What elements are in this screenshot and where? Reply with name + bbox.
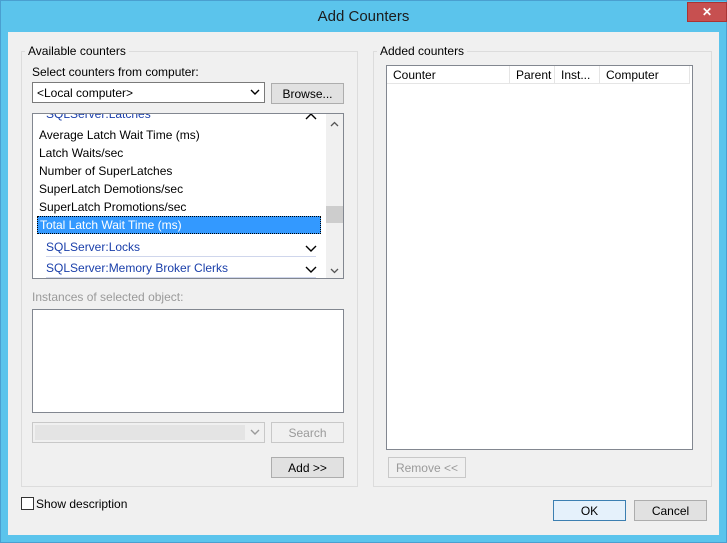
instances-label: Instances of selected object: (32, 290, 184, 304)
available-counters-label: Available counters (25, 44, 129, 58)
counter-label: Latch Waits/sec (39, 146, 124, 160)
show-description-checkbox[interactable] (21, 497, 34, 510)
counter-label: SuperLatch Promotions/sec (39, 200, 187, 214)
dialog-client-area: Available counters Select counters from … (8, 32, 719, 535)
scroll-up-button[interactable] (326, 114, 343, 131)
chevron-down-icon[interactable] (305, 242, 317, 254)
remove-button[interactable]: Remove << (388, 457, 466, 478)
counter-item[interactable]: SuperLatch Promotions/sec (39, 198, 323, 216)
close-button[interactable]: ✕ (687, 2, 727, 22)
column-header-parent[interactable]: Parent (510, 66, 555, 84)
chevron-up-icon[interactable] (305, 114, 317, 121)
remove-button-label: Remove << (395, 460, 459, 475)
counters-list[interactable]: SQLServer:Latches Average Latch Wait Tim… (32, 113, 344, 279)
object-label: SQLServer:Memory Broker Clerks (46, 261, 229, 275)
counter-item-selected[interactable]: Total Latch Wait Time (ms) (37, 216, 321, 234)
object-label: SQLServer:Locks (46, 240, 141, 254)
counter-label: Number of SuperLatches (39, 164, 173, 178)
computer-select-value: <Local computer> (37, 86, 134, 100)
scroll-thumb[interactable] (326, 206, 343, 223)
added-counters-label: Added counters (377, 44, 468, 58)
object-row-partial[interactable]: SQLServer:Latches (46, 113, 151, 123)
object-label: SQLServer:Latches (46, 113, 151, 121)
add-counters-dialog: Add Counters ✕ Available counters Select… (0, 0, 727, 543)
counters-scrollbar[interactable] (326, 114, 343, 278)
chevron-down-icon (249, 425, 261, 439)
cancel-button[interactable]: Cancel (634, 500, 707, 521)
counter-label: Average Latch Wait Time (ms) (39, 128, 200, 142)
object-row-memory-broker-clerks[interactable]: SQLServer:Memory Broker Clerks (46, 259, 228, 277)
close-icon: ✕ (701, 5, 713, 19)
instance-search-value (35, 425, 245, 440)
counter-item[interactable]: Average Latch Wait Time (ms) (39, 126, 323, 144)
counter-item[interactable]: Number of SuperLatches (39, 162, 323, 180)
add-button-label: Add >> (288, 460, 327, 475)
counter-label: Total Latch Wait Time (ms) (40, 218, 182, 232)
object-separator (46, 256, 316, 257)
object-separator (46, 277, 316, 278)
column-header-counter[interactable]: Counter (387, 66, 510, 84)
counter-item[interactable]: SuperLatch Demotions/sec (39, 180, 323, 198)
column-header-computer[interactable]: Computer (600, 66, 690, 84)
browse-button[interactable]: Browse... (271, 83, 344, 104)
add-button[interactable]: Add >> (271, 457, 344, 478)
cancel-button-label: Cancel (651, 503, 690, 518)
ok-button[interactable]: OK (553, 500, 626, 521)
object-row-locks[interactable]: SQLServer:Locks (46, 238, 140, 256)
browse-button-label: Browse... (282, 86, 333, 101)
counter-item[interactable]: Latch Waits/sec (39, 144, 323, 162)
instances-list[interactable] (32, 309, 344, 413)
title-bar[interactable]: Add Counters ✕ (1, 1, 727, 32)
chevron-down-icon (330, 263, 339, 277)
select-computer-label: Select counters from computer: (32, 65, 199, 79)
added-counters-table[interactable]: Counter Parent Inst... Computer (386, 65, 693, 450)
scroll-down-button[interactable] (326, 261, 343, 278)
computer-select[interactable]: <Local computer> (32, 82, 265, 103)
instance-search-select[interactable] (32, 422, 265, 443)
search-button[interactable]: Search (271, 422, 344, 443)
counter-label: SuperLatch Demotions/sec (39, 182, 184, 196)
chevron-up-icon (330, 116, 339, 130)
ok-button-label: OK (580, 503, 599, 518)
chevron-down-icon (249, 85, 261, 99)
column-header-instance[interactable]: Inst... (555, 66, 600, 84)
window-title: Add Counters (317, 8, 410, 25)
search-button-label: Search (288, 425, 327, 440)
chevron-down-icon[interactable] (305, 263, 317, 275)
show-description-label[interactable]: Show description (36, 497, 127, 511)
